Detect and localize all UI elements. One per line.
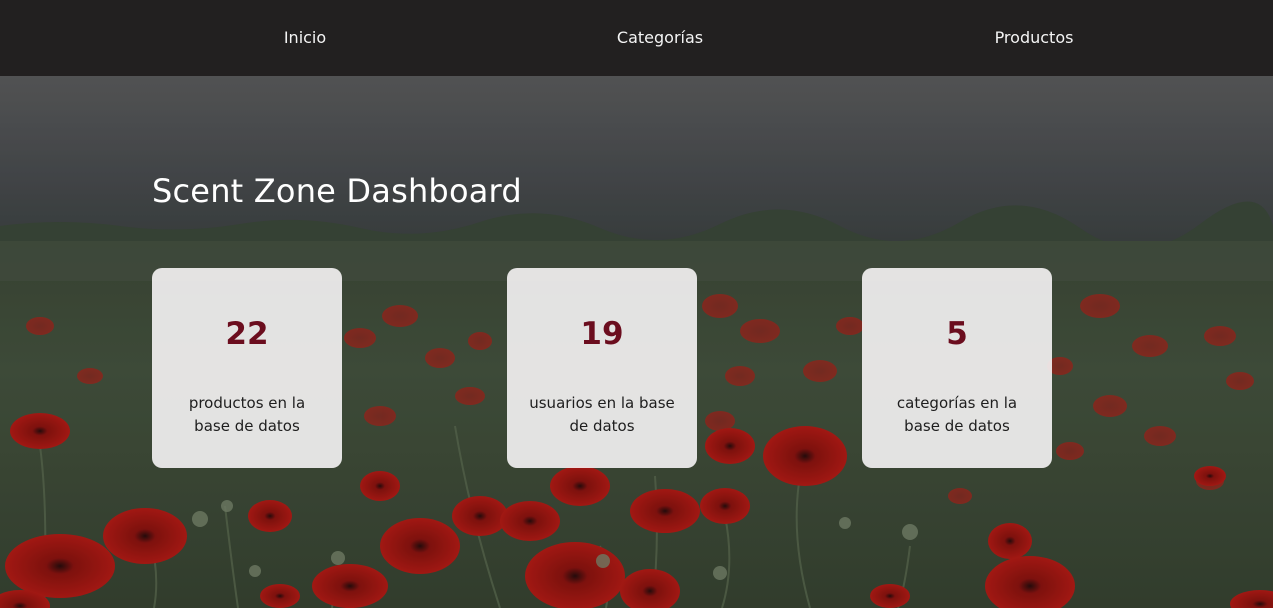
stat-label-categorias: categorías en la base de datos <box>896 394 1018 435</box>
stat-label-productos: productos en la base de datos <box>188 394 306 435</box>
stat-value-productos: 22 <box>225 316 269 352</box>
stat-card-usuarios: 19 usuarios en la base de datos <box>507 268 697 468</box>
nav-link-productos[interactable]: Productos <box>995 0 1074 76</box>
stat-value-categorias: 5 <box>946 316 968 352</box>
nav-link-inicio[interactable]: Inicio <box>284 0 326 76</box>
stat-label-usuarios: usuarios en la base de datos <box>529 394 675 435</box>
dashboard-title: Scent Zone Dashboard <box>152 172 522 210</box>
stat-card-categorias: 5 categorías en la base de datos <box>862 268 1052 468</box>
top-navbar: Inicio Categorías Productos <box>0 0 1273 76</box>
nav-link-categorias[interactable]: Categorías <box>617 0 703 76</box>
stat-value-usuarios: 19 <box>580 316 624 352</box>
stat-card-productos: 22 productos en la base de datos <box>152 268 342 468</box>
dashboard-page: Inicio Categorías Productos Scent Zone D… <box>0 0 1273 608</box>
